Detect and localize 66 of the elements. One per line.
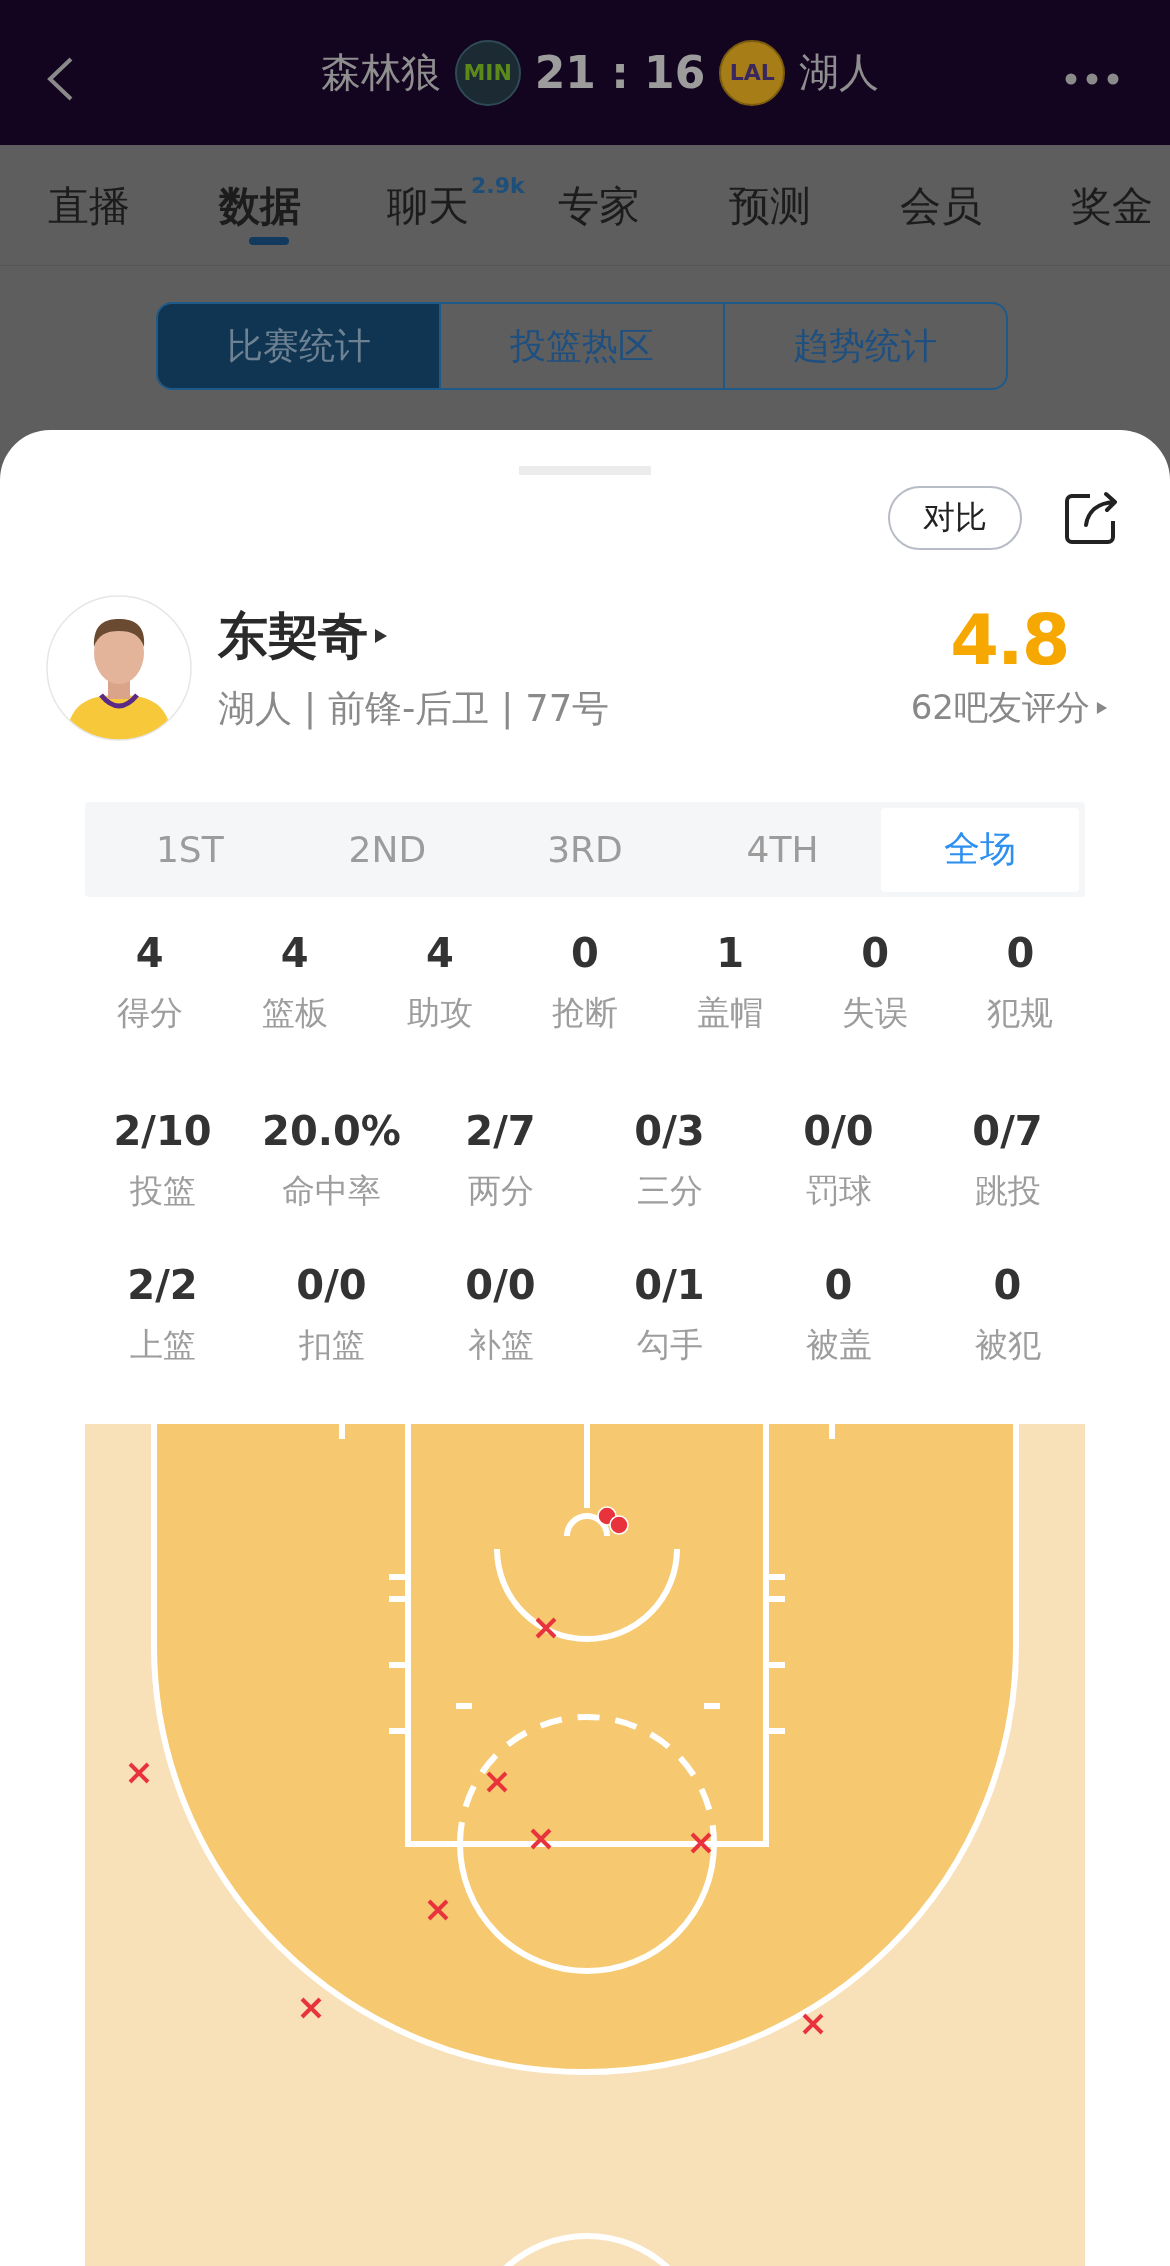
period-tab[interactable]: 2ND bbox=[288, 807, 487, 892]
stat-label: 得分 bbox=[116, 992, 183, 1034]
stat-value: 0 bbox=[1006, 929, 1035, 978]
tab[interactable]: 数据 bbox=[219, 167, 301, 251]
more-icon[interactable] bbox=[1064, 72, 1120, 86]
team-logo: LAL bbox=[719, 39, 786, 106]
stat-label: 勾手 bbox=[636, 1324, 703, 1366]
stat-label: 三分 bbox=[636, 1170, 703, 1212]
stat-label: 补篮 bbox=[467, 1324, 534, 1366]
stat-label: 罚球 bbox=[805, 1170, 872, 1212]
tab[interactable]: 直播 bbox=[48, 167, 219, 251]
team-name: 湖人 bbox=[799, 48, 880, 97]
stat-value: 4 bbox=[280, 929, 309, 978]
stat-label: 扣篮 bbox=[298, 1324, 365, 1366]
stat-value: 1 bbox=[716, 929, 745, 978]
score: 21 : 16 bbox=[534, 47, 706, 98]
period-tab[interactable]: 3RD bbox=[486, 807, 684, 892]
compare-button[interactable]: 对比 bbox=[888, 486, 1022, 550]
stat-label: 被盖 bbox=[805, 1324, 872, 1366]
stat-value: 0 bbox=[993, 1261, 1022, 1310]
stat-value: 4 bbox=[425, 929, 454, 978]
period-tab[interactable]: 4TH bbox=[683, 807, 882, 892]
stat-label: 上篮 bbox=[129, 1324, 196, 1366]
segment-tab[interactable]: 比赛统计 bbox=[158, 304, 440, 388]
stat-value: 2/7 bbox=[465, 1107, 536, 1156]
period-tab[interactable]: 全场 bbox=[881, 807, 1079, 892]
caret-icon bbox=[374, 628, 388, 644]
tab[interactable]: 专家 bbox=[558, 167, 729, 251]
stat-label: 篮板 bbox=[261, 992, 328, 1034]
rating-count[interactable]: 62吧友评分 bbox=[910, 685, 1090, 731]
back-icon[interactable] bbox=[45, 56, 75, 102]
tab[interactable]: 预测 bbox=[729, 167, 900, 251]
stat-value: 0/0 bbox=[803, 1107, 874, 1156]
team-name: 森林狼 bbox=[320, 48, 441, 97]
stat-value: 0 bbox=[571, 929, 599, 978]
stat-label: 被犯 bbox=[974, 1324, 1041, 1366]
stat-value: 0/7 bbox=[972, 1107, 1043, 1156]
tab[interactable]: 奖金 bbox=[1071, 167, 1170, 251]
stat-label: 抢断 bbox=[552, 992, 618, 1034]
stat-label: 投篮 bbox=[129, 1170, 196, 1212]
stat-label: 盖帽 bbox=[697, 992, 764, 1034]
tab[interactable]: 会员 bbox=[900, 167, 1071, 251]
stat-value: 20.0% bbox=[262, 1107, 401, 1156]
stat-value: 4 bbox=[135, 929, 164, 978]
player-info: 湖人 | 前锋-后卫 | 77号 bbox=[218, 685, 610, 732]
stat-value: 0 bbox=[861, 929, 890, 978]
period-tab[interactable]: 1ST bbox=[91, 807, 289, 892]
player-name[interactable]: 东契奇 bbox=[218, 602, 368, 670]
tab[interactable]: 聊天$^{2.9k}$ bbox=[387, 167, 558, 251]
stat-label: 失误 bbox=[842, 992, 909, 1034]
stat-value: 2/10 bbox=[113, 1107, 212, 1156]
share-icon[interactable] bbox=[1064, 491, 1120, 545]
stat-value: 0/3 bbox=[634, 1107, 705, 1156]
rating-value: 4.8 bbox=[950, 605, 1069, 675]
stat-label: 犯规 bbox=[987, 992, 1054, 1034]
stat-value: 0/0 bbox=[296, 1261, 367, 1310]
stat-value: 2/2 bbox=[127, 1261, 198, 1310]
stat-value: 0/0 bbox=[465, 1261, 536, 1310]
stat-label: 助攻 bbox=[406, 992, 473, 1034]
stat-value: 0/1 bbox=[634, 1261, 705, 1310]
stat-label: 跳投 bbox=[974, 1170, 1041, 1212]
stat-label: 命中率 bbox=[282, 1170, 381, 1212]
team-logo: MIN bbox=[454, 39, 521, 106]
stat-value: 0 bbox=[824, 1261, 853, 1310]
caret-icon bbox=[1096, 701, 1108, 715]
stat-label: 两分 bbox=[467, 1170, 534, 1212]
